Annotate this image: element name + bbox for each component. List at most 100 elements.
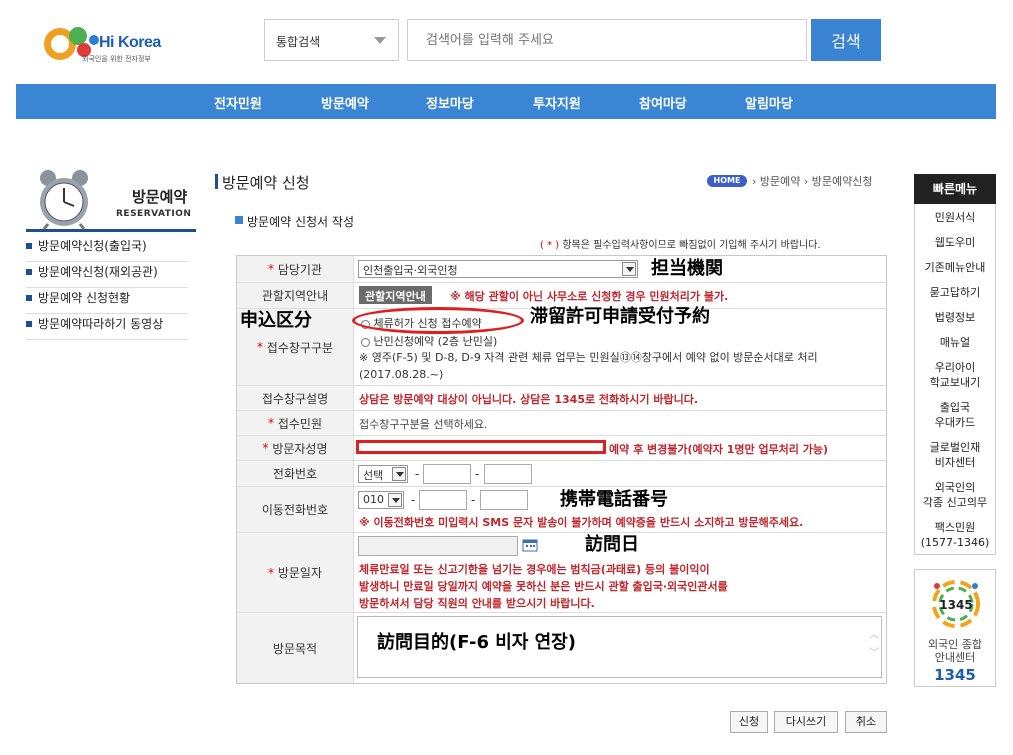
civil-value: 접수창구구분을 선택하세요.: [359, 418, 488, 431]
agency-label-text: 담당기관: [277, 262, 322, 277]
sidebar-item-reservation-overseas[interactable]: 방문예약신청(재외공관): [26, 262, 188, 288]
chevron-down-icon: [392, 467, 406, 481]
dash: -: [475, 467, 480, 481]
dash: -: [411, 493, 416, 507]
agency-select[interactable]: 인천출입국·외국인청: [358, 260, 638, 278]
form-row-phone: 전화번호 선택 - -: [237, 461, 886, 487]
quick-item-web-helper[interactable]: 웹도우미: [915, 235, 995, 250]
scrollbar[interactable]: ︿ ﹀: [869, 627, 879, 663]
logo-subtitle: 외국인을 위한 전자정부: [82, 55, 151, 63]
sidebar-menu: 방문예약신청(출입국) 방문예약신청(재외공관) 방문예약 신청현황 방문예약따…: [26, 236, 188, 340]
call-center-banner[interactable]: 1345 외국인 종합 안내센터 1345: [914, 569, 996, 687]
search-button[interactable]: 검색: [811, 19, 881, 61]
chevron-down-icon: [622, 262, 636, 276]
dash: -: [471, 493, 476, 507]
mobile-middle-input[interactable]: [419, 490, 467, 510]
civil-label-text: 접수민원: [277, 416, 322, 431]
form-row-window-desc: 접수창구설명 상담은 방문예약 대상이 아닙니다. 상담은 1345로 전화하시…: [237, 386, 886, 411]
annotation-apply-type: 申込区分: [240, 310, 312, 331]
call-center-logo-number: 1345: [939, 598, 972, 612]
dash: -: [415, 467, 420, 481]
logo-text: Hi Korea: [99, 34, 161, 51]
section-title: 방문예약 신청서 작성: [235, 213, 354, 230]
required-star: *: [256, 340, 263, 354]
quick-item-global-talent[interactable]: 글로벌인재 비자센터: [915, 440, 995, 470]
alarm-clock-icon: [40, 170, 88, 230]
quick-item-forms[interactable]: 민원서식: [915, 210, 995, 225]
quick-item-report-duty[interactable]: 외국인의 각종 신고의무: [915, 480, 995, 510]
quick-item-qna[interactable]: 묻고답하기: [915, 285, 995, 300]
gnb-item-visit-reservation[interactable]: 방문예약: [321, 93, 369, 112]
agency-select-value: 인천출입국·외국인청: [363, 264, 458, 277]
required-star: *: [268, 262, 274, 276]
quick-menu: 빠른메뉴 민원서식 웹도우미 기존메뉴안내 묻고답하기 법령정보 매뉴얼 우리아…: [914, 174, 996, 555]
annotation-date: 訪問日: [585, 534, 639, 555]
window-option-refugee[interactable]: 난민신청예약 (2층 난민실): [361, 333, 497, 349]
mobile-last-input[interactable]: [480, 490, 528, 510]
visit-date-input[interactable]: [358, 536, 518, 556]
window-option-refugee-label: 난민신청예약 (2층 난민실): [373, 335, 498, 348]
annotation-purpose: 訪問目的(F-6 비자 연장): [377, 632, 576, 653]
required-star: *: [262, 441, 269, 455]
annotation-reservation: 滞留許可申請受付予約: [530, 306, 710, 327]
page-title: 방문예약 신청: [215, 174, 310, 192]
quick-item-fax[interactable]: 팩스민원 (1577-1346): [915, 520, 995, 550]
name-note: 예약 후 변경불가(예약자 1명만 업무처리 가능): [609, 443, 829, 456]
date-note-3: 방문하셔서 담당 직원의 안내를 받으시기 바랍니다.: [359, 597, 595, 610]
quick-item-old-menu[interactable]: 기존메뉴안내: [915, 260, 995, 275]
required-notice: ( * ) 항목은 필수입력사항이므로 빠짐없이 기입해 주시기 바랍니다.: [540, 236, 821, 251]
section-title-text: 방문예약 신청서 작성: [247, 215, 354, 229]
date-note-2: 발생하니 만료일 당일까지 예약을 못하신 분은 반드시 관할 출입국·외국인관…: [359, 580, 728, 593]
phone-last-input[interactable]: [484, 464, 532, 484]
phone-area-select[interactable]: 선택: [358, 465, 408, 483]
chevron-down-icon: [388, 493, 402, 507]
call-center-number: 1345: [934, 666, 976, 684]
civil-label: * 접수민원: [237, 411, 354, 435]
mobile-prefix-select[interactable]: 010: [358, 491, 404, 509]
annotation-agency: 担当機関: [651, 258, 723, 279]
gnb-item-e-civil[interactable]: 전자민원: [214, 93, 262, 112]
gnb-item-investment[interactable]: 투자지원: [533, 93, 581, 112]
required-notice-text: 항목은 필수입력사항이므로 빠짐없이 기입해 주시기 바랍니다.: [562, 240, 821, 251]
region-label: 관할지역안내: [237, 283, 354, 308]
rewrite-button[interactable]: 다시쓰기: [774, 711, 838, 733]
highlight-oval: [352, 307, 524, 334]
call-center-name: 외국인 종합 안내센터: [927, 638, 983, 664]
apply-button[interactable]: 신청: [730, 711, 768, 733]
mobile-label: 이동전화번호: [237, 487, 354, 532]
radio-icon[interactable]: [361, 337, 370, 347]
global-nav: 전자민원 방문예약 정보마당 투자지원 참여마당 알림마당: [16, 84, 996, 119]
required-star: ( * ): [540, 240, 560, 251]
redacted-name-field[interactable]: [356, 440, 606, 454]
search-input[interactable]: [407, 19, 807, 61]
gnb-item-notice[interactable]: 알림마당: [745, 93, 793, 112]
form-row-date: * 방문일자 체류만료일 또는 신고기한을 넘기는 경우에는 범칙금(과태료) …: [237, 533, 886, 613]
date-note-1: 체류만료일 또는 신고기한을 넘기는 경우에는 범칙금(과태료) 등의 불이익이: [359, 563, 710, 576]
quick-item-pref-card[interactable]: 출입국 우대카드: [915, 400, 995, 430]
window-note: ※ 영주(F-5) 및 D-8, D-9 자격 관련 체류 업무는 민원실⑬⑭창…: [359, 351, 818, 381]
cancel-button[interactable]: 취소: [845, 711, 887, 733]
required-star: *: [268, 565, 274, 580]
sidebar-item-reservation-immigration[interactable]: 방문예약신청(출입국): [26, 236, 188, 262]
gnb-item-info[interactable]: 정보마당: [426, 93, 474, 112]
region-guide-button[interactable]: 관할지역안내: [359, 286, 432, 304]
annotation-mobile: 携帯電話番号: [560, 489, 668, 510]
quick-item-law[interactable]: 법령정보: [915, 310, 995, 325]
sidebar-title: 방문예약: [132, 188, 188, 206]
agency-label: * 담당기관: [237, 256, 354, 282]
phone-middle-input[interactable]: [423, 464, 471, 484]
sidebar-item-tutorial-video[interactable]: 방문예약따라하기 동영상: [26, 314, 188, 340]
quick-item-school[interactable]: 우리아이 학교보내기: [915, 360, 995, 390]
calendar-icon[interactable]: [522, 538, 538, 552]
quick-item-manual[interactable]: 매뉴얼: [915, 335, 995, 350]
window-desc-text: 상담은 방문예약 대상이 아닙니다. 상담은 1345로 전화하시기 바랍니다.: [359, 393, 699, 406]
sidebar-subtitle: RESERVATION: [116, 209, 192, 219]
gnb-item-participation[interactable]: 참여마당: [639, 93, 687, 112]
search-scope-select[interactable]: 통합검색: [264, 19, 399, 61]
window-desc-label: 접수창구설명: [237, 386, 354, 410]
quick-menu-list: 민원서식 웹도우미 기존메뉴안내 묻고답하기 법령정보 매뉴얼 우리아이 학교보…: [914, 204, 996, 555]
breadcrumb-home[interactable]: HOME: [707, 175, 747, 187]
sidebar-item-reservation-status[interactable]: 방문예약 신청현황: [26, 288, 188, 314]
call-center-logo-icon: 1345: [932, 580, 980, 628]
mobile-note: ※ 이동전화번호 미입력시 SMS 문자 발송이 불가하며 예약증을 반드시 소…: [359, 516, 804, 529]
